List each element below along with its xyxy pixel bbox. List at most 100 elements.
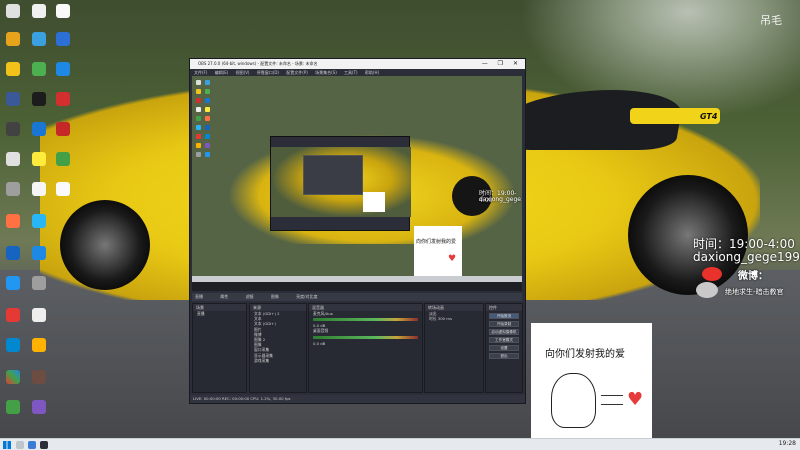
toolbar-item[interactable]: 图像 [271, 294, 279, 299]
start-streaming-button[interactable]: 开始推流 [489, 313, 519, 319]
preview-canvas: 时间：19:00-4:00 daxiong_gege1994 向你们发射我的爱 … [192, 76, 522, 282]
preview-nested-capture [270, 136, 411, 231]
desktop-icon[interactable] [52, 92, 74, 107]
desktop-icon[interactable] [2, 214, 24, 229]
menu-item[interactable]: 编辑(E) [215, 70, 229, 75]
desktop-icon[interactable] [28, 62, 50, 77]
menu-item[interactable]: 场景集合(S) [315, 70, 337, 75]
preview-user: daxiong_gege1994 [479, 196, 522, 203]
obs-status-bar: LIVE: 00:00:00 REC: 00:00:00 CPU: 1.2%, … [190, 395, 525, 403]
nested-meme [363, 192, 385, 212]
start-recording-button[interactable]: 开始录制 [489, 321, 519, 327]
desktop-icon[interactable] [2, 308, 24, 323]
desktop-icon[interactable] [2, 4, 24, 19]
mixer-level: 0.0 dB [313, 340, 326, 346]
preview-meme: 向你们发射我的爱 ♥ [414, 226, 462, 278]
desktop-icon[interactable] [52, 62, 74, 77]
toolbar-item[interactable]: 滤镜 [246, 294, 254, 299]
mixer-track-label: 麦克风/Aux [313, 311, 333, 316]
meme-figure [551, 373, 596, 428]
weibo-subtitle: 绝地求生-暗击教官 [725, 288, 784, 296]
meme-text: 向你们发射我的爱 [545, 349, 625, 360]
desktop-icon[interactable] [28, 370, 50, 385]
obs-titlebar[interactable]: OBS 27.0.0 (64-bit, windows) - 配置文件: 未命名… [190, 59, 525, 69]
desktop-icon[interactable] [28, 308, 50, 323]
obs-menubar: 文件(F) 编辑(E) 视图(V) 停靠窗口(D) 配置文件(P) 场景集合(S… [190, 69, 525, 76]
source-item[interactable]: 游戏采集 [250, 358, 306, 363]
window-controls[interactable]: — ❐ ✕ [482, 59, 522, 69]
desktop-icon[interactable] [2, 400, 24, 415]
panel-header: 来源 [250, 304, 306, 311]
scene-item[interactable]: 直播 [193, 311, 246, 316]
desktop-icon[interactable] [28, 246, 50, 261]
desktop-icon[interactable] [2, 338, 24, 353]
desktop-icon[interactable] [2, 92, 24, 107]
obs-window: OBS 27.0.0 (64-bit, windows) - 配置文件: 未命名… [189, 58, 526, 404]
desktop-icon[interactable] [2, 152, 24, 167]
menu-item[interactable]: 配置文件(P) [286, 70, 308, 75]
source-toolbar: 直播 属性 滤镜 图像 亮度/对比度 [192, 293, 522, 301]
desktop-icon[interactable] [2, 182, 24, 197]
preview-desktop-icons [194, 78, 218, 278]
transition-duration[interactable]: 时长 300 ms [425, 316, 483, 321]
obs-docks: 场景 直播 来源 文本 (GDI+) 2 文本 文本 (GDI+) 图片 微博 … [190, 303, 525, 393]
search-icon[interactable] [16, 441, 24, 449]
menu-item[interactable]: 帮助(H) [365, 70, 379, 75]
desktop-icon[interactable] [2, 370, 24, 385]
preview-meme-text: 向你们发射我的爱 [416, 239, 457, 245]
desktop-icon[interactable] [28, 214, 50, 229]
transitions-panel: 转场动画 淡出 时长 300 ms [424, 303, 484, 393]
toolbar-item[interactable]: 属性 [220, 294, 228, 299]
scenes-panel: 场景 直播 [192, 303, 247, 393]
desktop-icons [0, 0, 80, 430]
volume-meter [313, 335, 418, 339]
windows-taskbar: 19:28 [0, 438, 800, 450]
menu-item[interactable]: 视图(V) [236, 70, 250, 75]
desktop-icon[interactable] [28, 400, 50, 415]
desktop-icon[interactable] [28, 122, 50, 137]
toolbar-item[interactable]: 直播 [195, 294, 203, 299]
desktop-icon[interactable] [28, 152, 50, 167]
virtual-camera-button[interactable]: 启动虚拟摄像机 [489, 329, 519, 335]
mixer-track-label: 桌面音频 [313, 328, 329, 334]
panel-header: 控件 [486, 304, 522, 311]
volume-meter [313, 318, 418, 322]
settings-button[interactable]: 设置 [489, 345, 519, 351]
desktop-icon[interactable] [28, 32, 50, 47]
obs-preview[interactable]: 时间：19:00-4:00 daxiong_gege1994 向你们发射我的爱 … [192, 76, 522, 291]
menu-item[interactable]: 停靠窗口(D) [257, 70, 279, 75]
desktop-icon[interactable] [28, 276, 50, 291]
menu-item[interactable]: 工具(T) [344, 70, 358, 75]
desktop-icon[interactable] [52, 152, 74, 167]
task-view-icon[interactable] [28, 441, 36, 449]
preview-taskbar [192, 276, 522, 282]
sources-panel: 来源 文本 (GDI+) 2 文本 文本 (GDI+) 图片 微博 图像 2 图… [249, 303, 307, 393]
desktop-icon[interactable] [2, 276, 24, 291]
desktop-icon[interactable] [52, 32, 74, 47]
desktop-icon[interactable] [2, 246, 24, 261]
toolbar-item[interactable]: 亮度/对比度 [296, 294, 317, 299]
desktop-icon[interactable] [52, 182, 74, 197]
car-badge: GT4 [700, 112, 718, 121]
controls-panel: 控件 开始推流 开始录制 启动虚拟摄像机 工作室模式 设置 退出 [485, 303, 523, 393]
nested-dialog [303, 155, 363, 195]
desktop-icon[interactable] [28, 182, 50, 197]
menu-item[interactable]: 文件(F) [194, 70, 207, 75]
obs-taskbar-icon[interactable] [40, 441, 48, 449]
exit-button[interactable]: 退出 [489, 353, 519, 359]
desktop-icon[interactable] [2, 62, 24, 77]
desktop-icon[interactable] [52, 122, 74, 137]
panel-header: 场景 [193, 304, 246, 311]
taskbar-clock: 19:28 [778, 440, 796, 447]
desktop-icon[interactable] [52, 4, 74, 19]
desktop-icon[interactable] [2, 122, 24, 137]
start-icon[interactable] [3, 441, 11, 449]
desktop-icon[interactable] [28, 92, 50, 107]
studio-mode-button[interactable]: 工作室模式 [489, 337, 519, 343]
desktop-icon[interactable] [2, 32, 24, 47]
panel-header: 混音器 [309, 304, 422, 311]
weibo-icon [702, 267, 722, 281]
desktop-icon[interactable] [28, 4, 50, 19]
desktop-icon[interactable] [28, 338, 50, 353]
obs-title-text: OBS 27.0.0 (64-bit, windows) - 配置文件: 未命名… [198, 61, 318, 66]
